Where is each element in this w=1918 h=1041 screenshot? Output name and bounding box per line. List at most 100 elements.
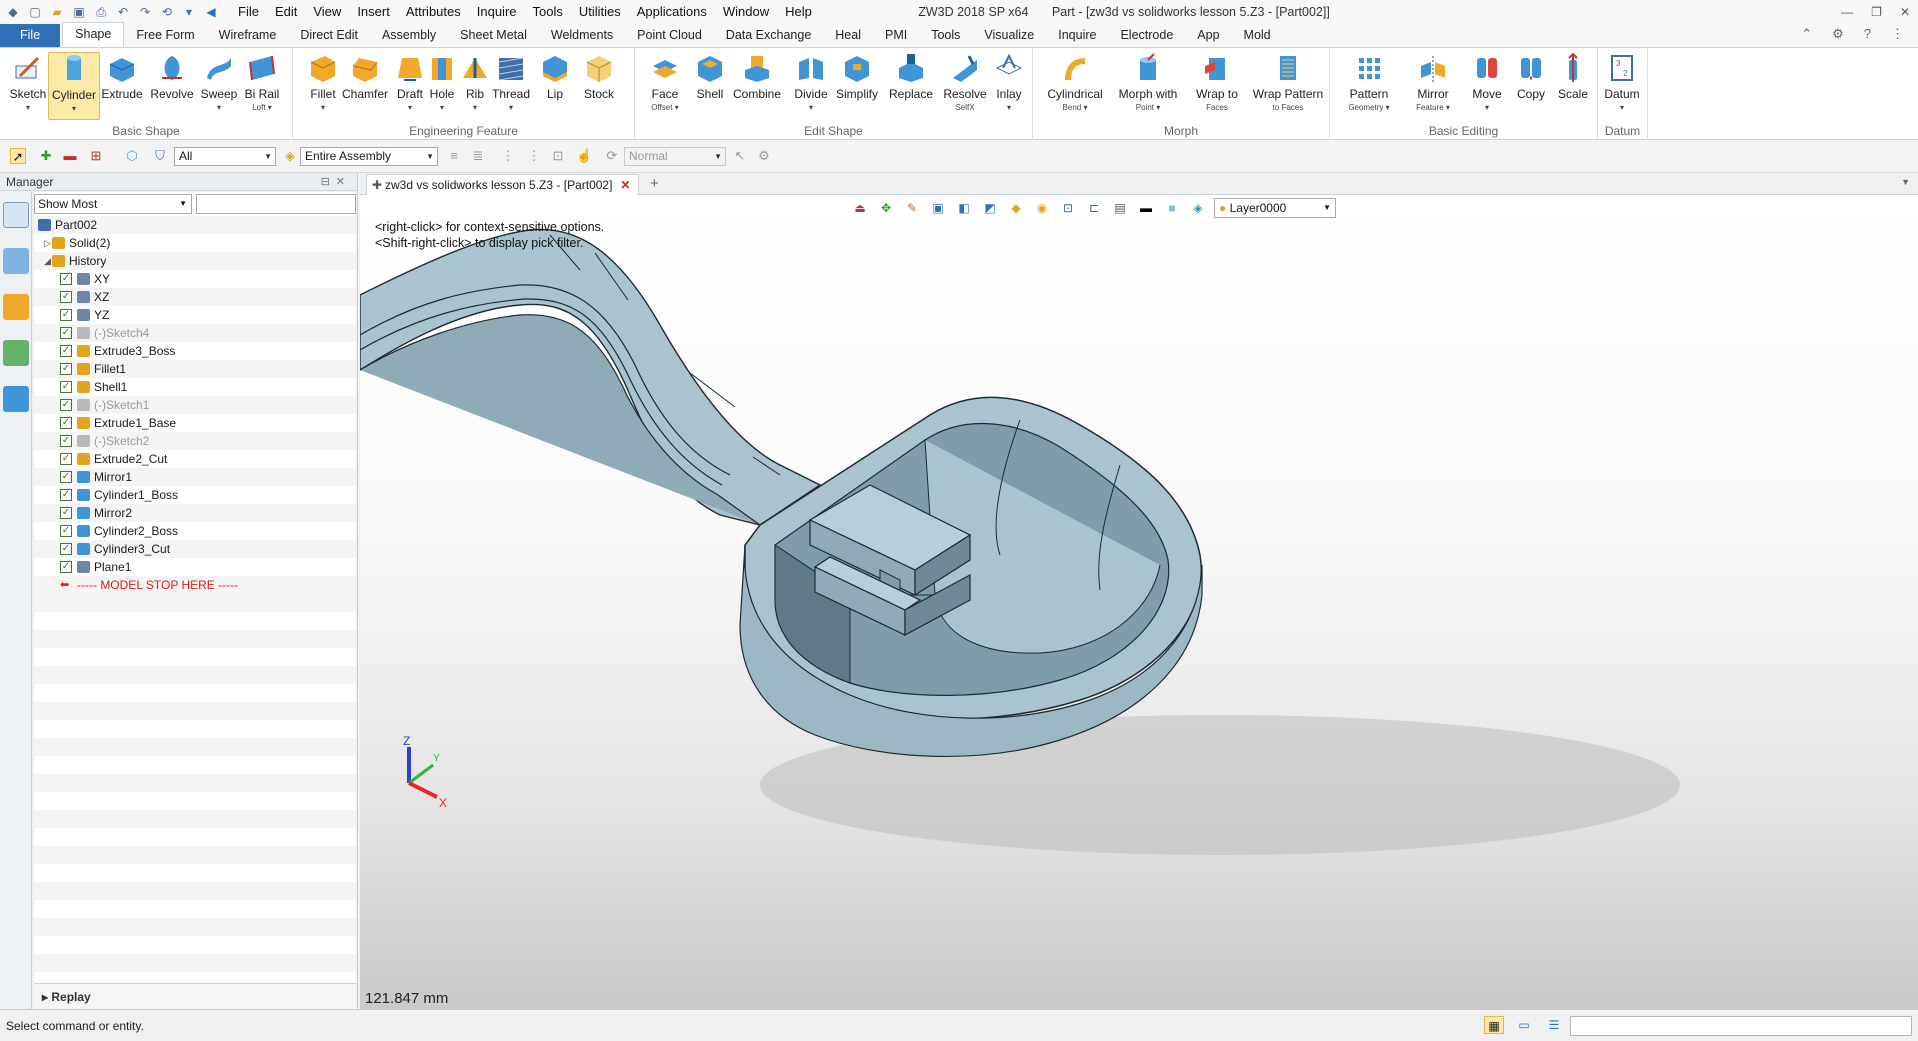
image-icon[interactable] <box>2 340 29 366</box>
tree-item[interactable]: ✓ Fillet1 <box>34 360 356 378</box>
exit-icon[interactable]: ⏏ <box>850 199 870 217</box>
tree-item[interactable]: ✓ Cylinder1_Boss <box>34 486 356 504</box>
visibility-checkbox[interactable]: ✓ <box>60 543 72 555</box>
tab-data-exchange[interactable]: Data Exchange <box>714 24 823 47</box>
replay-section[interactable]: ▸ Replay <box>34 983 356 1009</box>
part-icon[interactable] <box>2 294 29 320</box>
tree-item[interactable]: ✓ Extrude2_Cut <box>34 450 356 468</box>
filter-funnel-icon[interactable]: ⛉ <box>152 148 168 164</box>
tree-item[interactable]: ✓ Cylinder3_Cut <box>34 540 356 558</box>
menu-inquire[interactable]: Inquire <box>469 0 525 24</box>
menu-tools[interactable]: Tools <box>525 0 571 24</box>
visibility-checkbox[interactable]: ✓ <box>60 525 72 537</box>
shading-icon[interactable]: ◩ <box>980 199 1000 217</box>
tree-item[interactable]: ✓ (-)Sketch1 <box>34 396 356 414</box>
tree-item[interactable]: ✓ Shell1 <box>34 378 356 396</box>
material-icon[interactable]: ◆ <box>1006 199 1026 217</box>
pin-icon[interactable]: ✚ <box>372 175 382 195</box>
pick-arrow-icon[interactable]: ➚ <box>10 148 26 164</box>
scale-button[interactable]: Scale <box>1552 52 1594 101</box>
gear-filter-icon[interactable]: ⚙ <box>756 148 772 164</box>
tree-search-input[interactable] <box>196 194 356 214</box>
monitor-icon[interactable]: ▭ <box>1514 1016 1534 1034</box>
add-icon[interactable]: ✚ <box>38 148 54 164</box>
3d-viewport[interactable]: <right-click> for context-sensitive opti… <box>360 195 1918 1009</box>
visibility-checkbox[interactable]: ✓ <box>60 507 72 519</box>
face-color-icon[interactable]: ■ <box>1162 199 1182 217</box>
remove-icon[interactable]: ▬ <box>62 148 78 164</box>
render-icon[interactable]: ◉ <box>1032 199 1052 217</box>
tab-electrode[interactable]: Electrode <box>1108 24 1185 47</box>
new-file-icon[interactable]: ▢ <box>26 4 44 20</box>
visibility-checkbox[interactable]: ✓ <box>60 291 72 303</box>
tree-item[interactable]: ✓ XZ <box>34 288 356 306</box>
undo-icon[interactable]: ↶ <box>114 4 132 20</box>
tree-item[interactable]: ◢ History <box>34 252 356 270</box>
replace-button[interactable]: Replace <box>885 52 937 101</box>
visibility-checkbox[interactable]: ✓ <box>60 345 72 357</box>
dock-icon[interactable]: ⊟ <box>321 176 336 188</box>
app-logo-icon[interactable]: ◆ <box>4 4 22 20</box>
mirror-feature-button[interactable]: Mirror Feature ▾ <box>1404 52 1462 115</box>
morph-with-point-button[interactable]: Morph with Point ▾ <box>1113 52 1183 115</box>
zoom-fit-icon[interactable]: ⊡ <box>1058 199 1078 217</box>
cursor-mode-icon[interactable]: ↖ <box>732 148 748 164</box>
rotate-snap-icon[interactable]: ⟳ <box>604 148 620 164</box>
close-tab-icon[interactable]: ✕ <box>620 175 630 195</box>
tree-item[interactable]: ✓ (-)Sketch2 <box>34 432 356 450</box>
visibility-checkbox[interactable]: ✓ <box>60 453 72 465</box>
new-tab-icon[interactable]: + <box>650 174 659 194</box>
tree-item[interactable]: ✓ Mirror1 <box>34 468 356 486</box>
sketch-button[interactable]: Sketch ▾ <box>2 52 54 115</box>
collapse-ribbon-icon[interactable]: ⌃ <box>1801 26 1812 42</box>
cylinder-button[interactable]: Cylinder ▾ <box>48 52 100 120</box>
line-color-icon[interactable]: ▬ <box>1136 199 1156 217</box>
snap-point-icon[interactable]: ⊡ <box>550 148 566 164</box>
visibility-checkbox[interactable]: ✓ <box>60 309 72 321</box>
visibility-checkbox[interactable]: ✓ <box>60 327 72 339</box>
quick-access-dropdown-icon[interactable]: ▾ <box>180 4 198 20</box>
close-panel-icon[interactable]: ✕ <box>336 176 351 188</box>
history-tree-icon[interactable] <box>2 202 29 228</box>
divide-button[interactable]: Divide ▾ <box>785 52 837 115</box>
pen-icon[interactable]: ✎ <box>902 199 922 217</box>
snap-grid-icon[interactable]: ⋮ <box>526 148 542 164</box>
tree-item[interactable]: ✓ Extrude1_Base <box>34 414 356 432</box>
menu-window[interactable]: Window <box>715 0 777 24</box>
tab-pmi[interactable]: PMI <box>873 24 919 47</box>
visibility-checkbox[interactable]: ✓ <box>60 399 72 411</box>
menu-utilities[interactable]: Utilities <box>571 0 629 24</box>
minimize-icon[interactable]: — <box>1841 0 1853 24</box>
revolve-button[interactable]: Revolve <box>146 52 198 101</box>
tree-item[interactable]: ▷ Solid(2) <box>34 234 356 252</box>
wrap-pattern-to-faces-button[interactable]: Wrap Pattern to Faces <box>1251 52 1325 115</box>
redo-icon[interactable]: ↷ <box>136 4 154 20</box>
tab-shape[interactable]: Shape <box>62 22 125 47</box>
rotate-view-icon[interactable]: ⟲ <box>158 4 176 20</box>
tab-free-form[interactable]: Free Form <box>124 24 206 47</box>
tab-tools[interactable]: Tools <box>919 24 972 47</box>
part-model[interactable] <box>360 195 1918 1009</box>
assembly-scope-select[interactable]: Entire Assembly ▼ <box>300 147 438 166</box>
select-box-icon[interactable]: ⊞ <box>88 148 104 164</box>
menu-view[interactable]: View <box>305 0 349 24</box>
expand-toggle-icon[interactable]: ▷ <box>44 234 51 252</box>
tab-mold[interactable]: Mold <box>1232 24 1283 47</box>
menu-attributes[interactable]: Attributes <box>398 0 469 24</box>
visibility-checkbox[interactable]: ✓ <box>60 273 72 285</box>
assembly-scope-icon[interactable]: ◈ <box>282 148 298 164</box>
visibility-checkbox[interactable]: ✓ <box>60 489 72 501</box>
pan-icon[interactable]: ✥ <box>876 199 896 217</box>
tree-item[interactable]: ✓ Extrude3_Boss <box>34 342 356 360</box>
tab-weldments[interactable]: Weldments <box>539 24 625 47</box>
tab-point-cloud[interactable]: Point Cloud <box>625 24 714 47</box>
iso-view-icon[interactable]: ◧ <box>954 199 974 217</box>
align-icon[interactable]: ≡ <box>446 148 462 164</box>
tree-item[interactable]: ✓ YZ <box>34 306 356 324</box>
back-arrow-icon[interactable]: ◀ <box>202 4 220 20</box>
tree-item[interactable]: ✓ (-)Sketch4 <box>34 324 356 342</box>
filter-shape-icon[interactable]: ⬡ <box>124 148 140 164</box>
distribute-icon[interactable]: ≣ <box>470 148 486 164</box>
assembly-tree-icon[interactable] <box>2 248 29 274</box>
cylindrical-bend-button[interactable]: Cylindrical Bend ▾ <box>1041 52 1109 115</box>
